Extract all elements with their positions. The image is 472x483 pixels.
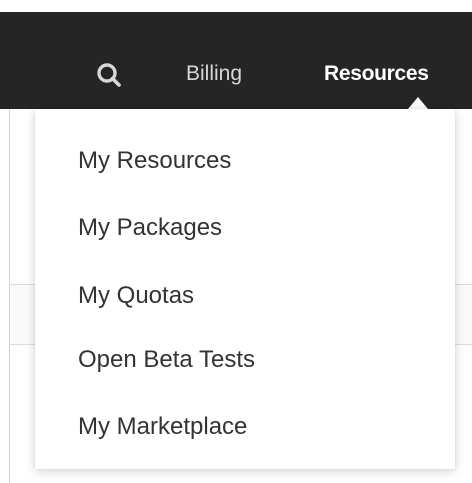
nav-billing-link[interactable]: Billing: [186, 60, 242, 88]
top-navigation-bar: Billing Resources: [0, 12, 472, 109]
search-icon[interactable]: [96, 62, 122, 88]
dropdown-caret: [408, 97, 428, 109]
background-panel-edge: [9, 109, 10, 483]
nav-resources-link[interactable]: Resources: [324, 60, 429, 88]
menu-item-open-beta-tests[interactable]: Open Beta Tests: [78, 345, 255, 375]
menu-item-my-resources[interactable]: My Resources: [78, 146, 231, 176]
page: Billing Resources My Resources My Packag…: [0, 0, 472, 483]
resources-dropdown-menu: My Resources My Packages My Quotas Open …: [35, 109, 455, 469]
menu-item-my-marketplace[interactable]: My Marketplace: [78, 412, 247, 442]
menu-item-my-packages[interactable]: My Packages: [78, 213, 222, 243]
menu-item-my-quotas[interactable]: My Quotas: [78, 281, 194, 311]
search-icon-graphic: [97, 63, 121, 87]
